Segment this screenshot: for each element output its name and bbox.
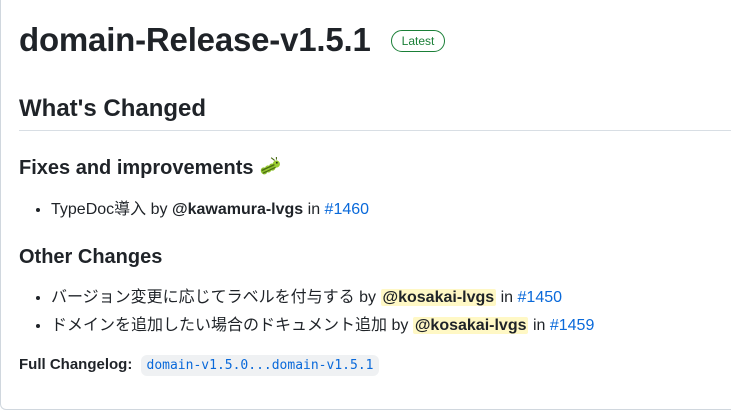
item-in: in — [307, 201, 321, 218]
item-text: バージョン変更に応じてラベルを付与する — [51, 289, 355, 306]
pr-link[interactable]: #1460 — [325, 201, 370, 218]
full-changelog: Full Changelog: domain-v1.5.0...domain-v… — [19, 355, 380, 376]
release-card: domain-Release-v1.5.1 Latest What's Chan… — [0, 0, 731, 410]
fixes-list: TypeDoc導入 by @kawamura-lvgs in #1460 — [19, 196, 369, 224]
list-item: TypeDoc導入 by @kawamura-lvgs in #1460 — [51, 196, 369, 224]
latest-badge: Latest — [390, 30, 446, 52]
bug-icon — [258, 155, 282, 183]
item-in: in — [532, 317, 546, 334]
other-changes-list: バージョン変更に応じてラベルを付与する by @kosakai-lvgs in … — [19, 284, 594, 340]
item-text: TypeDoc導入 — [51, 201, 147, 218]
release-header: domain-Release-v1.5.1 Latest — [19, 0, 731, 60]
item-by: by — [150, 201, 168, 218]
list-item: ドメインを追加したい場合のドキュメント追加 by @kosakai-lvgs i… — [51, 312, 594, 340]
changelog-compare-link[interactable]: domain-v1.5.0...domain-v1.5.1 — [140, 355, 380, 376]
author-link[interactable]: @kosakai-lvgs — [412, 317, 529, 334]
item-text: ドメインを追加したい場合のドキュメント追加 — [51, 317, 388, 334]
heading-divider — [19, 130, 731, 131]
release-title[interactable]: domain-Release-v1.5.1 — [19, 20, 371, 60]
changelog-label: Full Changelog: — [19, 356, 133, 373]
other-changes-heading: Other Changes — [19, 246, 163, 268]
pr-link[interactable]: #1450 — [518, 289, 563, 306]
author-link[interactable]: @kawamura-lvgs — [172, 201, 303, 218]
item-by: by — [391, 317, 409, 334]
item-in: in — [500, 289, 514, 306]
fixes-heading-text: Fixes and improvements — [19, 157, 254, 179]
author-link[interactable]: @kosakai-lvgs — [380, 289, 497, 306]
fixes-heading: Fixes and improvements — [19, 155, 282, 183]
list-item: バージョン変更に応じてラベルを付与する by @kosakai-lvgs in … — [51, 284, 594, 312]
pr-link[interactable]: #1459 — [550, 317, 595, 334]
item-by: by — [359, 289, 377, 306]
whats-changed-heading: What's Changed — [19, 95, 207, 122]
